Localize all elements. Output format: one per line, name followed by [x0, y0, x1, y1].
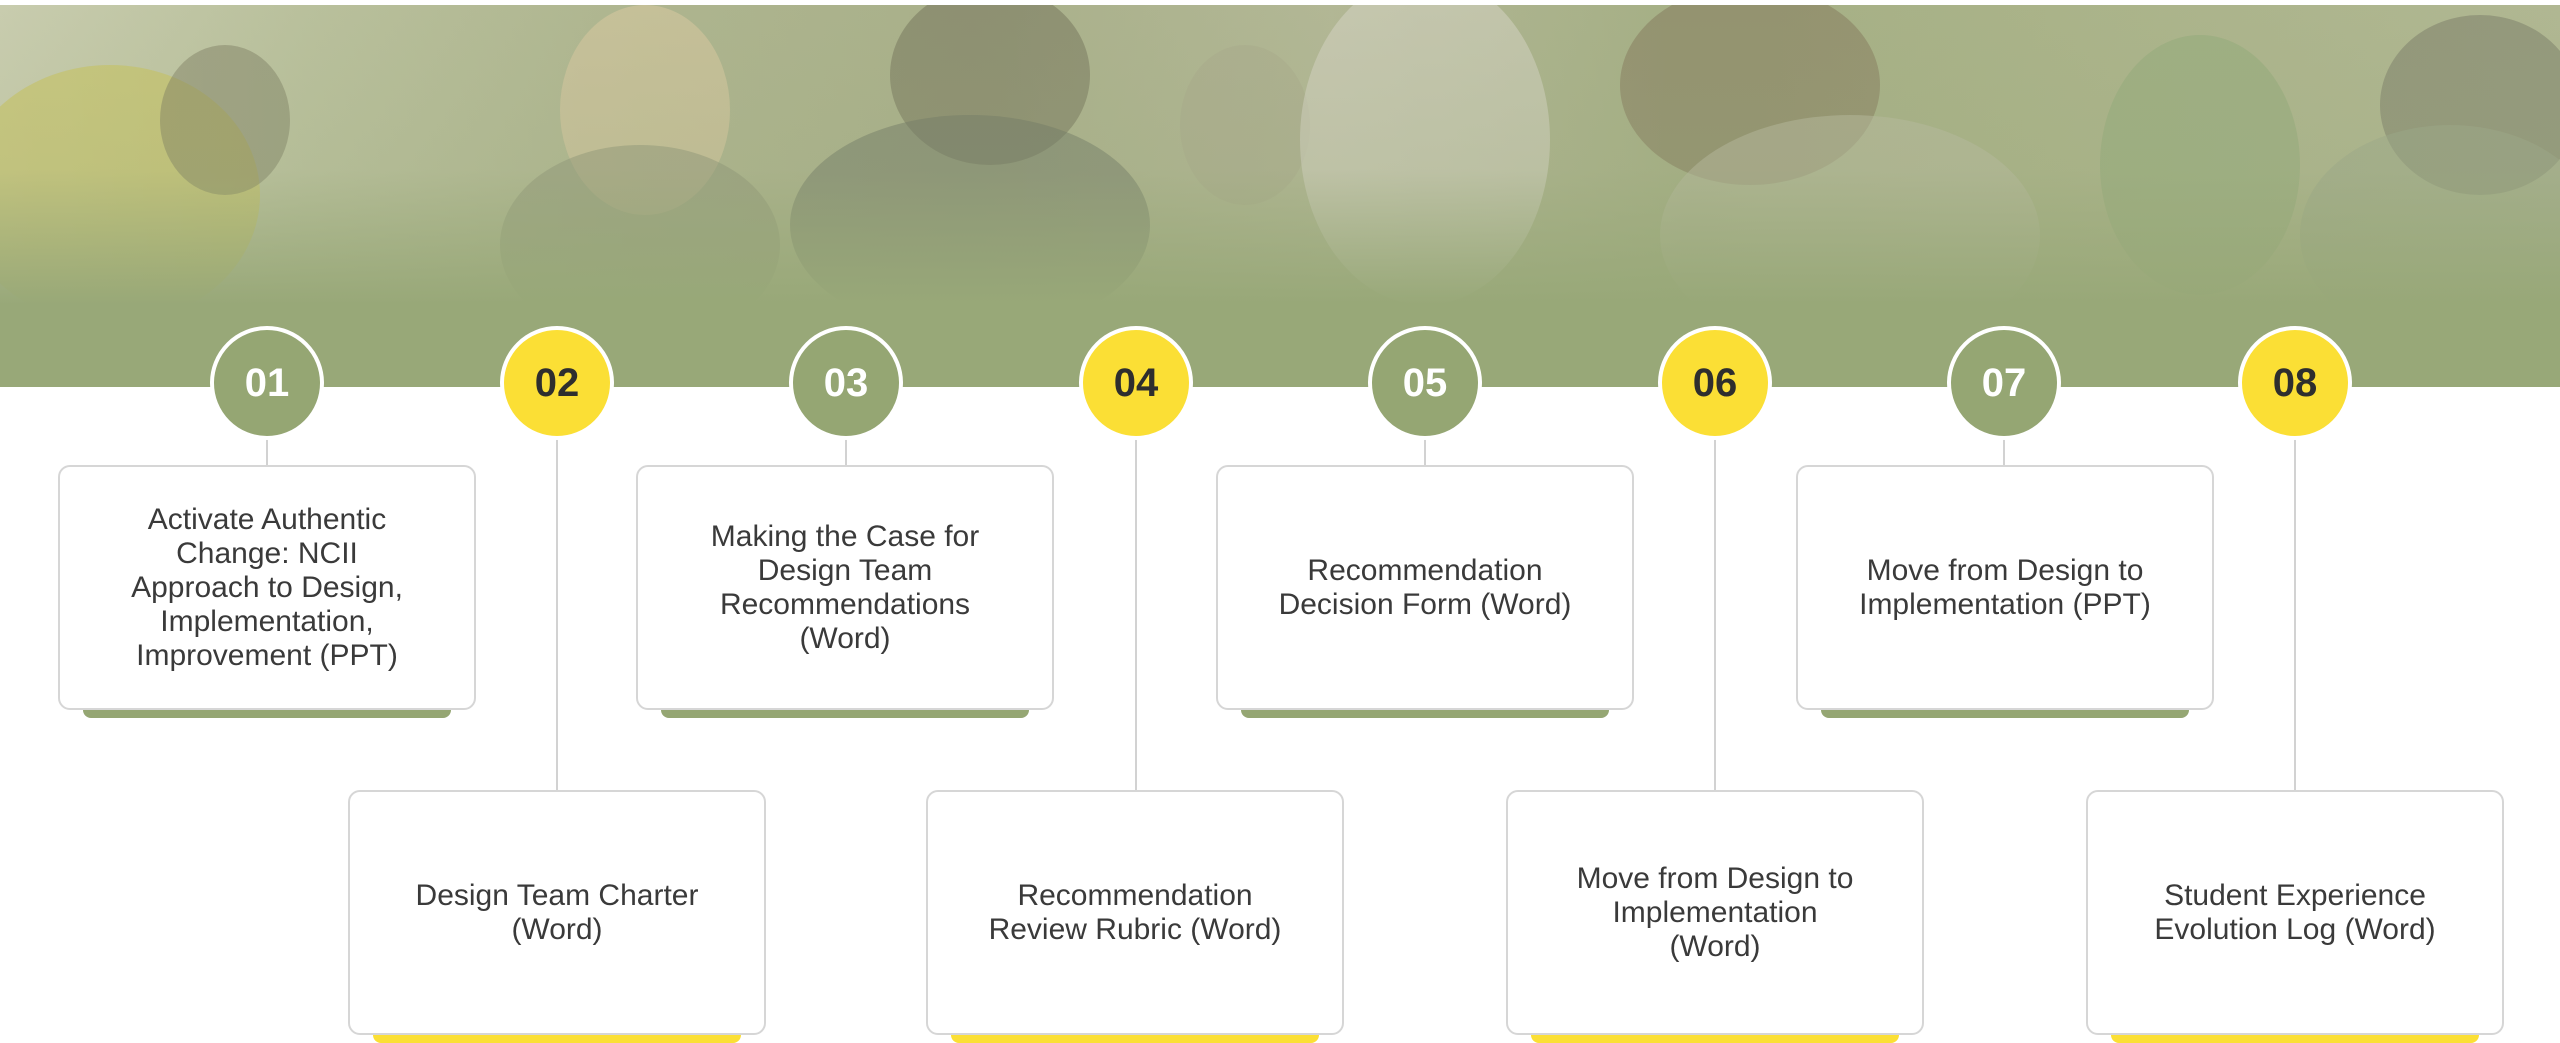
- step-label[interactable]: Recommendation Decision Form (Word): [1279, 554, 1572, 622]
- step-number-06: 06: [1658, 326, 1772, 440]
- step-card-08[interactable]: Student Experience Evolution Log (Word): [2086, 790, 2504, 1043]
- connector-08: [2294, 430, 2296, 792]
- step-card-05-body[interactable]: Recommendation Decision Form (Word): [1216, 465, 1634, 710]
- step-label[interactable]: Student Experience Evolution Log (Word): [2154, 879, 2435, 947]
- step-card-06-body[interactable]: Move from Design to Implementation (Word…: [1506, 790, 1924, 1035]
- step-label[interactable]: Making the Case for Design Team Recommen…: [711, 520, 979, 656]
- connector-06: [1714, 430, 1716, 792]
- step-card-05[interactable]: Recommendation Decision Form (Word): [1216, 465, 1634, 718]
- step-label[interactable]: Design Team Charter (Word): [416, 879, 699, 947]
- step-label[interactable]: Move from Design to Implementation (PPT): [1859, 554, 2151, 622]
- step-number-07: 07: [1947, 326, 2061, 440]
- step-card-02[interactable]: Design Team Charter (Word): [348, 790, 766, 1043]
- step-label[interactable]: Recommendation Review Rubric (Word): [989, 879, 1282, 947]
- step-card-03[interactable]: Making the Case for Design Team Recommen…: [636, 465, 1054, 718]
- step-card-02-body[interactable]: Design Team Charter (Word): [348, 790, 766, 1035]
- step-card-04-body[interactable]: Recommendation Review Rubric (Word): [926, 790, 1344, 1035]
- step-number-04: 04: [1079, 326, 1193, 440]
- step-card-06[interactable]: Move from Design to Implementation (Word…: [1506, 790, 1924, 1043]
- step-card-01[interactable]: Activate Authentic Change: NCII Approach…: [58, 465, 476, 718]
- step-label[interactable]: Move from Design to Implementation (Word…: [1577, 862, 1854, 964]
- step-card-01-body[interactable]: Activate Authentic Change: NCII Approach…: [58, 465, 476, 710]
- step-card-07[interactable]: Move from Design to Implementation (PPT): [1796, 465, 2214, 718]
- connector-04: [1135, 430, 1137, 792]
- step-number-02: 02: [500, 326, 614, 440]
- step-card-04[interactable]: Recommendation Review Rubric (Word): [926, 790, 1344, 1043]
- step-number-05: 05: [1368, 326, 1482, 440]
- step-card-08-body[interactable]: Student Experience Evolution Log (Word): [2086, 790, 2504, 1035]
- connector-02: [556, 430, 558, 792]
- step-card-03-body[interactable]: Making the Case for Design Team Recommen…: [636, 465, 1054, 710]
- header-banner: [0, 0, 2560, 387]
- step-label[interactable]: Activate Authentic Change: NCII Approach…: [131, 503, 403, 673]
- step-number-08: 08: [2238, 326, 2352, 440]
- step-number-03: 03: [789, 326, 903, 440]
- step-card-07-body[interactable]: Move from Design to Implementation (PPT): [1796, 465, 2214, 710]
- banner-gradient-overlay: [0, 5, 2560, 305]
- step-number-01: 01: [210, 326, 324, 440]
